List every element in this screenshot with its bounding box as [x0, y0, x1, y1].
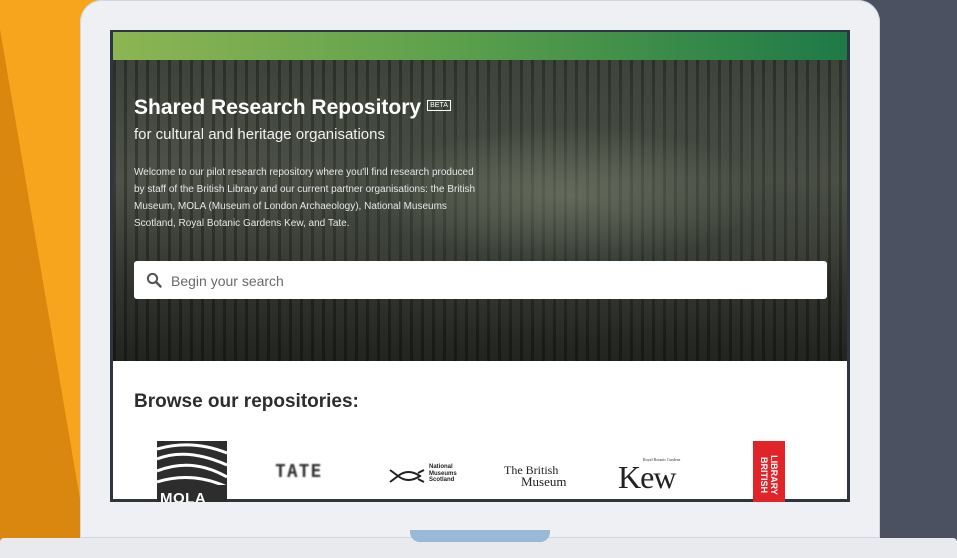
nms-line-1: National: [429, 464, 453, 470]
search-input[interactable]: [169, 261, 813, 301]
beta-badge: BETA: [427, 100, 451, 111]
mola-waves-icon: [157, 443, 227, 485]
site-title: Shared Research Repository: [134, 96, 422, 119]
search-bar[interactable]: [134, 261, 827, 301]
british-museum-line-2: Museum: [521, 474, 567, 489]
kew-logo-text: Kew: [618, 459, 676, 495]
british-library-line-1: LIBRARY: [769, 455, 779, 495]
orange-backdrop-shade: [0, 0, 90, 558]
laptop-screen: Shared Research Repository BETA for cultu…: [110, 30, 850, 502]
british-museum-logo[interactable]: The British Museum: [504, 464, 567, 488]
nms-symbol-icon: [389, 469, 425, 483]
british-library-logo[interactable]: LIBRARY BRITISH: [753, 441, 785, 502]
laptop-notch: [410, 530, 550, 542]
mola-logo-text: MOLA: [160, 490, 207, 502]
mola-logo[interactable]: MOLA: [157, 441, 227, 502]
site-description: Welcome to our pilot research repository…: [134, 167, 476, 229]
page-title: Shared Research Repository BETA: [134, 96, 451, 120]
nms-logo-text: National Museums Scotland: [429, 464, 457, 484]
british-library-logo-text: LIBRARY BRITISH: [759, 455, 779, 495]
tate-logo[interactable]: TATE: [275, 461, 322, 482]
header-bar: [113, 32, 847, 60]
kew-logo[interactable]: Royal Botanic Gardens Kew: [618, 457, 698, 495]
national-museums-scotland-logo[interactable]: National Museums Scotland: [388, 464, 468, 490]
browse-section: Browse our repositories: MOLA TATE Natio…: [113, 361, 847, 502]
browse-heading: Browse our repositories:: [134, 391, 359, 412]
british-library-line-2: BRITISH: [759, 456, 769, 493]
site-subtitle: for cultural and heritage organisations: [134, 126, 385, 143]
search-icon: [146, 272, 162, 288]
nms-line-3: Scotland: [429, 477, 455, 483]
